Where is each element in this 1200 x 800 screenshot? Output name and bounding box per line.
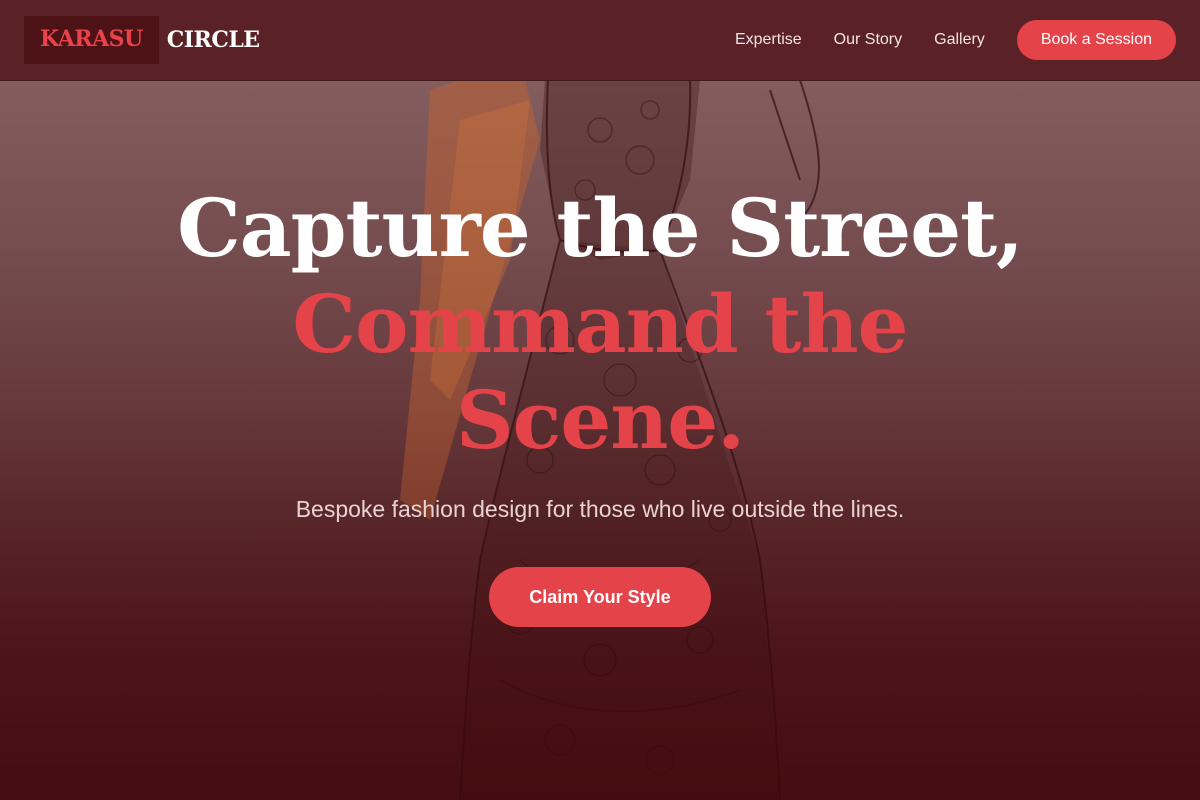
nav-links: Expertise Our Story Gallery Book a Sessi… bbox=[735, 20, 1176, 60]
hero-section: Capture the Street, Command the Scene. B… bbox=[0, 180, 1200, 627]
nav-link-gallery[interactable]: Gallery bbox=[934, 31, 985, 49]
claim-style-button[interactable]: Claim Your Style bbox=[489, 567, 711, 627]
top-navigation: KARASU CIRCLE Expertise Our Story Galler… bbox=[0, 0, 1200, 81]
nav-link-our-story[interactable]: Our Story bbox=[834, 31, 902, 49]
landing-page: KARASU CIRCLE Expertise Our Story Galler… bbox=[0, 0, 1200, 800]
headline-accent: Command the Scene. bbox=[292, 277, 908, 467]
headline-line-1: Capture the Street, bbox=[177, 181, 1024, 275]
book-session-button[interactable]: Book a Session bbox=[1016, 20, 1176, 60]
hero-headline: Capture the Street, Command the Scene. bbox=[0, 180, 1200, 468]
logo-name-part2: CIRCLE bbox=[166, 27, 260, 53]
logo-name-part1: KARASU bbox=[24, 16, 159, 64]
nav-link-expertise[interactable]: Expertise bbox=[735, 31, 802, 49]
brand-logo[interactable]: KARASU CIRCLE bbox=[24, 16, 260, 64]
hero-subheadline: Bespoke fashion design for those who liv… bbox=[295, 496, 905, 522]
